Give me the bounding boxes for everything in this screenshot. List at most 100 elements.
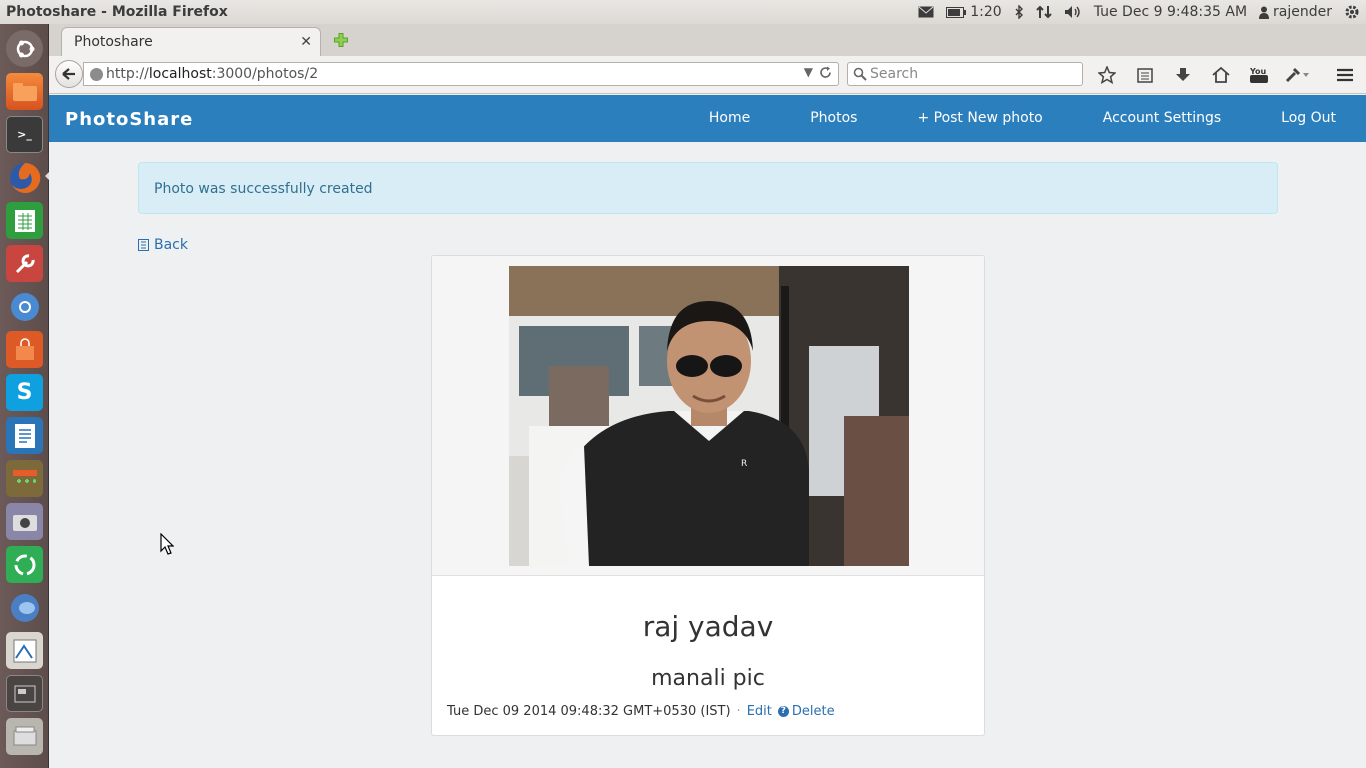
search-icon	[853, 67, 867, 81]
nav-home[interactable]: Home	[679, 95, 780, 142]
close-tab-icon[interactable]: ✕	[300, 34, 312, 50]
image-editor-icon	[13, 639, 36, 662]
gear-icon[interactable]	[1344, 4, 1360, 20]
photo-description: manali pic	[651, 666, 765, 691]
photo-image[interactable]: R	[509, 266, 909, 566]
launcher-bird-app[interactable]	[6, 589, 43, 626]
back-button[interactable]	[55, 60, 83, 88]
site-identity-icon[interactable]	[90, 68, 103, 81]
network-icon[interactable]	[1035, 5, 1052, 19]
bookmark-star-icon[interactable]	[1095, 65, 1119, 85]
edit-link[interactable]: Edit	[747, 704, 772, 719]
skype-icon: S	[16, 380, 33, 405]
home-icon[interactable]	[1209, 65, 1233, 85]
recycle-icon	[14, 554, 35, 575]
launcher-writer[interactable]	[6, 417, 43, 454]
search-placeholder: Search	[870, 66, 919, 82]
photo-meta: Tue Dec 09 2014 09:48:32 GMT+0530 (IST) …	[447, 704, 835, 719]
site-nav-links: Home Photos + Post New photo Account Set…	[679, 95, 1366, 142]
mail-icon[interactable]	[918, 6, 934, 18]
unity-launcher: >_ S	[0, 24, 49, 768]
launcher-skype[interactable]: S	[6, 374, 43, 411]
chromium-icon	[10, 292, 39, 321]
url-path: :3000/photos/2	[211, 66, 319, 82]
back-grid-icon	[138, 239, 149, 251]
launcher-workspaces[interactable]	[6, 675, 43, 712]
new-tab-button[interactable]	[332, 31, 350, 49]
mouse-cursor-icon	[160, 533, 174, 555]
user-menu[interactable]: rajender	[1259, 4, 1332, 20]
url-bar[interactable]: http://localhost:3000/photos/2 ▼	[83, 62, 839, 86]
nav-account-settings[interactable]: Account Settings	[1073, 95, 1251, 142]
nav-post-new-photo[interactable]: + Post New photo	[887, 95, 1072, 142]
url-history-dropdown-icon[interactable]: ▼	[804, 65, 813, 79]
launcher-tools[interactable]	[6, 245, 43, 282]
tab-title: Photoshare	[74, 34, 153, 50]
browser-tab-strip: Photoshare ✕	[49, 24, 1366, 56]
launcher-camera[interactable]	[6, 503, 43, 540]
battery-icon[interactable]: 1:20	[946, 4, 1002, 20]
page-content: PhotoShare Home Photos + Post New photo …	[49, 95, 1366, 768]
launcher-firefox[interactable]	[6, 159, 43, 196]
workspace-icon	[14, 685, 35, 702]
user-name: rajender	[1273, 4, 1332, 20]
launcher-terminal[interactable]: >_	[6, 116, 43, 153]
svg-text:You: You	[1249, 67, 1267, 76]
svg-text:R: R	[741, 459, 747, 469]
bookmarks-menu-icon[interactable]	[1133, 65, 1157, 85]
url-host: localhost	[148, 66, 212, 82]
launcher-image-editor[interactable]	[6, 632, 43, 669]
calculator-icon	[12, 469, 37, 483]
meta-separator: ·	[736, 704, 741, 719]
user-icon	[1259, 6, 1270, 19]
reload-icon[interactable]	[819, 66, 832, 79]
photo-timestamp: Tue Dec 09 2014 09:48:32 GMT+0530 (IST)	[447, 704, 731, 719]
firefox-icon	[9, 162, 40, 193]
hamburger-menu-icon[interactable]	[1333, 65, 1357, 85]
launcher-calculator[interactable]	[6, 460, 43, 497]
ubuntu-logo-icon	[16, 40, 34, 57]
launcher-update-manager[interactable]	[6, 546, 43, 583]
volume-icon[interactable]	[1064, 5, 1082, 19]
site-brand[interactable]: PhotoShare	[65, 109, 193, 130]
plus-icon	[334, 33, 348, 47]
downloads-icon[interactable]	[1171, 65, 1195, 85]
launcher-files[interactable]	[6, 73, 43, 110]
toolbar-icons: You	[1095, 65, 1357, 85]
site-navbar: PhotoShare Home Photos + Post New photo …	[49, 95, 1366, 142]
photo-card: R raj yadav manali pic Tue Dec 09 2014 0…	[431, 255, 985, 736]
spreadsheet-icon	[14, 209, 35, 232]
battery-time: 1:20	[970, 4, 1002, 20]
search-box[interactable]: Search	[847, 62, 1083, 86]
tab-photoshare[interactable]: Photoshare ✕	[61, 27, 321, 56]
wrench-icon	[15, 253, 35, 273]
nav-log-out[interactable]: Log Out	[1251, 95, 1366, 142]
system-tray: 1:20 Tue Dec 9 9:48:35 AM rajender	[918, 4, 1366, 20]
browser-navigation-bar: http://localhost:3000/photos/2 ▼ Search …	[49, 56, 1366, 94]
window-title: Photoshare - Mozilla Firefox	[6, 4, 228, 20]
delete-link[interactable]: Delete	[792, 704, 835, 719]
youtube-icon[interactable]: You	[1247, 65, 1271, 85]
developer-tools-icon[interactable]	[1285, 65, 1309, 85]
launcher-chromium[interactable]	[6, 288, 43, 325]
launcher-spreadsheet[interactable]	[6, 202, 43, 239]
bluetooth-icon[interactable]	[1014, 5, 1024, 19]
success-notice: Photo was successfully created	[138, 162, 1278, 214]
url-prefix: http://	[106, 66, 149, 82]
shopping-bag-icon	[15, 337, 34, 360]
launcher-software-center[interactable]	[6, 331, 43, 368]
launcher-dash-home[interactable]	[6, 30, 43, 67]
back-label: Back	[154, 237, 188, 253]
back-link[interactable]: Back	[138, 237, 188, 253]
clock[interactable]: Tue Dec 9 9:48:35 AM	[1094, 4, 1247, 20]
camera-icon	[12, 514, 37, 531]
bird-icon	[10, 593, 39, 622]
os-top-panel: Photoshare - Mozilla Firefox 1:20 Tue De…	[0, 0, 1366, 24]
help-icon: ?	[777, 706, 789, 717]
launcher-trash[interactable]	[6, 718, 43, 755]
trash-icon	[13, 726, 36, 745]
nav-photos[interactable]: Photos	[780, 95, 887, 142]
url-controls: ▼	[804, 65, 832, 79]
document-icon	[14, 423, 35, 448]
arrow-left-icon	[62, 68, 75, 80]
